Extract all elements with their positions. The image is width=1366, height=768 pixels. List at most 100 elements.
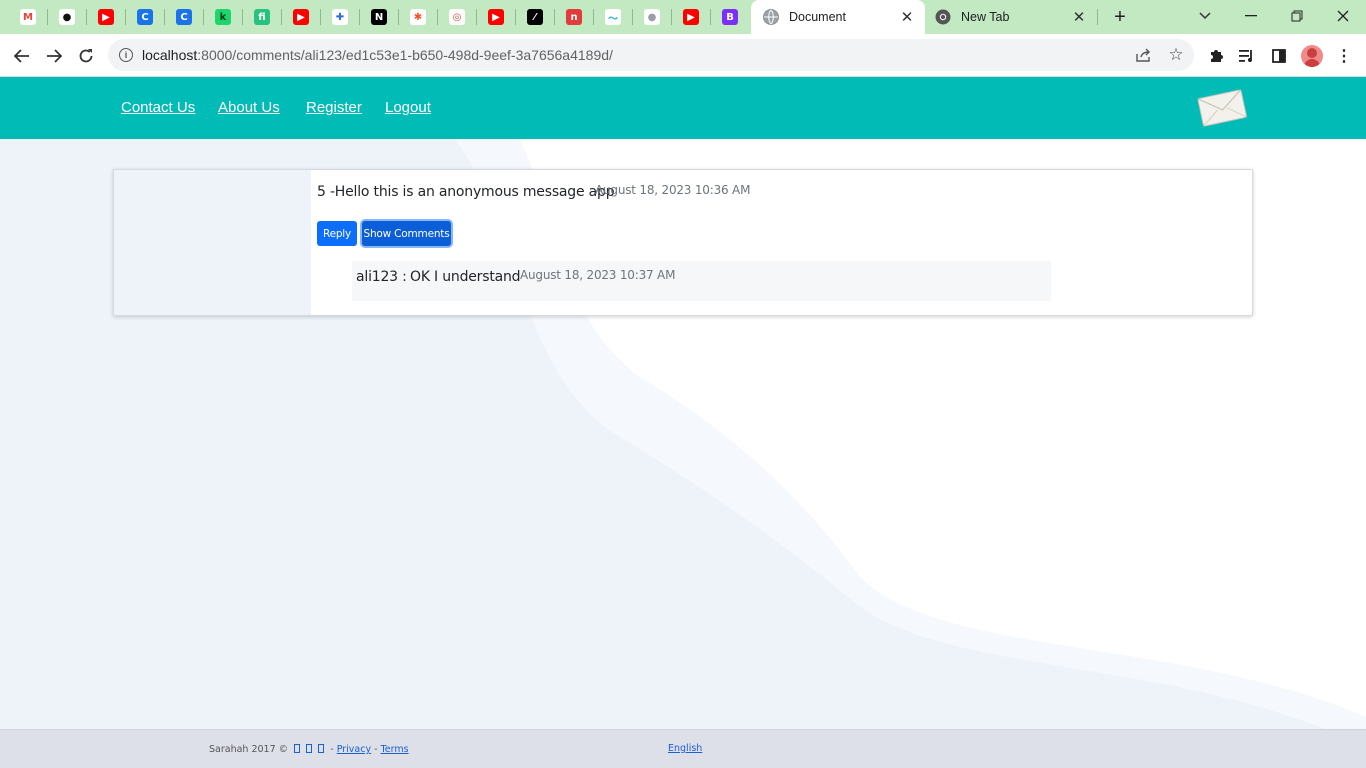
terms-link[interactable]: Terms (381, 744, 409, 755)
reply-button[interactable]: Reply (317, 221, 357, 246)
profile-avatar[interactable] (1301, 45, 1323, 67)
chevron-down-icon (1199, 12, 1211, 20)
pinned-tab[interactable]: C (133, 5, 157, 29)
nav-logout[interactable]: Logout (385, 99, 431, 116)
social-icon[interactable] (294, 744, 301, 753)
language-link[interactable]: English (668, 743, 702, 754)
close-icon[interactable]: ✕ (1069, 7, 1089, 27)
extensions-icon[interactable] (1202, 42, 1230, 70)
n-square-app-icon: n (566, 9, 582, 25)
pinned-tab[interactable]: ▶ (94, 5, 118, 29)
spiral-app-icon: ◎ (449, 9, 465, 25)
card-sidebar (114, 170, 311, 315)
tab-divider (398, 9, 399, 25)
youtube-icon: ▶ (683, 9, 699, 25)
tab-new-tab[interactable]: New Tab ✕ (925, 0, 1097, 34)
pinned-tab[interactable]: ● (55, 5, 79, 29)
share-icon[interactable] (1130, 41, 1158, 69)
envelope-logo-icon[interactable] (1197, 85, 1247, 129)
social-icon[interactable] (306, 744, 313, 753)
ck-app-icon: k (215, 9, 231, 25)
nav-register[interactable]: Register (306, 99, 362, 116)
tailwind-icon: 〜 (605, 9, 621, 25)
pinned-tab[interactable]: ⁄ (523, 5, 547, 29)
site-footer: Sarahah 2017 © - Privacy - Terms English (0, 729, 1366, 768)
pinned-tab[interactable]: ✚ (328, 5, 352, 29)
tab-divider (86, 9, 87, 25)
tab-divider (320, 9, 321, 25)
new-tab-button[interactable]: + (1108, 5, 1132, 29)
message-card: 5 -Hello this is an anonymous message ap… (113, 169, 1253, 316)
bootstrap-icon: B (722, 9, 738, 25)
next-app-icon: N (371, 9, 387, 25)
c-app-icon: C (137, 9, 153, 25)
tab-document[interactable]: Document ✕ (751, 0, 925, 34)
arrow-left-icon (14, 49, 29, 63)
forward-button[interactable] (40, 42, 68, 70)
youtube-icon: ▶ (488, 9, 504, 25)
tab-divider (476, 9, 477, 25)
privacy-link[interactable]: Privacy (337, 744, 371, 755)
tab-divider (359, 9, 360, 25)
social-icon[interactable] (318, 744, 325, 753)
restore-icon (1291, 10, 1303, 22)
tab-divider (47, 9, 48, 25)
language-selector: English (668, 743, 702, 754)
pinned-tab[interactable]: C (172, 5, 196, 29)
tab-divider (125, 9, 126, 25)
back-button[interactable] (8, 42, 36, 70)
address-bar[interactable]: i localhost:8000/comments/ali123/ed1c53e… (108, 39, 1194, 71)
tab-divider (515, 9, 516, 25)
footer-separator: - (330, 744, 334, 755)
globe-icon: ● (644, 9, 660, 25)
site-info-icon[interactable]: i (119, 48, 133, 62)
chrome-icon (935, 9, 951, 25)
reload-button[interactable] (72, 42, 100, 70)
comment-timestamp: August 18, 2023 10:37 AM (520, 268, 676, 282)
comment-item: ali123 : OK I understand August 18, 2023… (352, 261, 1051, 301)
menu-icon[interactable]: ⋮ (1330, 42, 1358, 70)
tab-title: New Tab (961, 10, 1010, 24)
pinned-tab[interactable]: 〜 (601, 5, 625, 29)
media-control-icon[interactable] (1233, 42, 1261, 70)
star-icon[interactable]: ☆ (1162, 41, 1190, 69)
globe-icon (763, 9, 779, 25)
minimize-icon (1245, 15, 1257, 17)
pinned-tab[interactable]: fi (250, 5, 274, 29)
tab-search-button[interactable] (1185, 3, 1225, 29)
pinned-tab[interactable]: n (562, 5, 586, 29)
pinned-tab[interactable]: ▶ (289, 5, 313, 29)
url-text[interactable]: localhost:8000/comments/ali123/ed1c53e1-… (142, 47, 1130, 63)
close-icon[interactable]: ✕ (897, 7, 917, 27)
tab-divider (593, 9, 594, 25)
restore-button[interactable] (1277, 3, 1317, 29)
pinned-tab[interactable]: ✱ (406, 5, 430, 29)
pinned-tab[interactable]: ● (640, 5, 664, 29)
pinned-tab[interactable]: k (211, 5, 235, 29)
youtube-icon: ▶ (293, 9, 309, 25)
pinned-tab[interactable]: ▶ (679, 5, 703, 29)
close-window-button[interactable] (1323, 3, 1363, 29)
puzzle-app-icon: ✚ (332, 9, 348, 25)
side-panel-icon[interactable] (1265, 42, 1293, 70)
reload-icon (79, 49, 93, 63)
pinned-tab[interactable]: ▶ (484, 5, 508, 29)
pinned-tab[interactable]: ◎ (445, 5, 469, 29)
tab-divider (164, 9, 165, 25)
footer-separator: - (374, 744, 378, 755)
pinned-tab[interactable]: N (367, 5, 391, 29)
message-text: 5 -Hello this is an anonymous message ap… (317, 184, 615, 200)
pinned-tab[interactable]: M (16, 5, 40, 29)
c-app-icon: C (176, 9, 192, 25)
web-page: Contact Us About Us Register Logout 5 -H… (0, 77, 1366, 768)
nav-contact-us[interactable]: Contact Us (121, 99, 195, 116)
url-path: :8000/comments/ali123/ed1c53e1-b650-498d… (197, 47, 613, 63)
close-icon (1337, 10, 1349, 22)
minimize-button[interactable] (1231, 3, 1271, 29)
tab-divider (632, 9, 633, 25)
pinned-tab[interactable]: B (718, 5, 742, 29)
nav-about-us[interactable]: About Us (218, 99, 280, 116)
show-comments-button[interactable]: Show Comments (362, 221, 451, 246)
tab-divider (1097, 9, 1098, 25)
comment-text: OK I understand (410, 269, 521, 285)
